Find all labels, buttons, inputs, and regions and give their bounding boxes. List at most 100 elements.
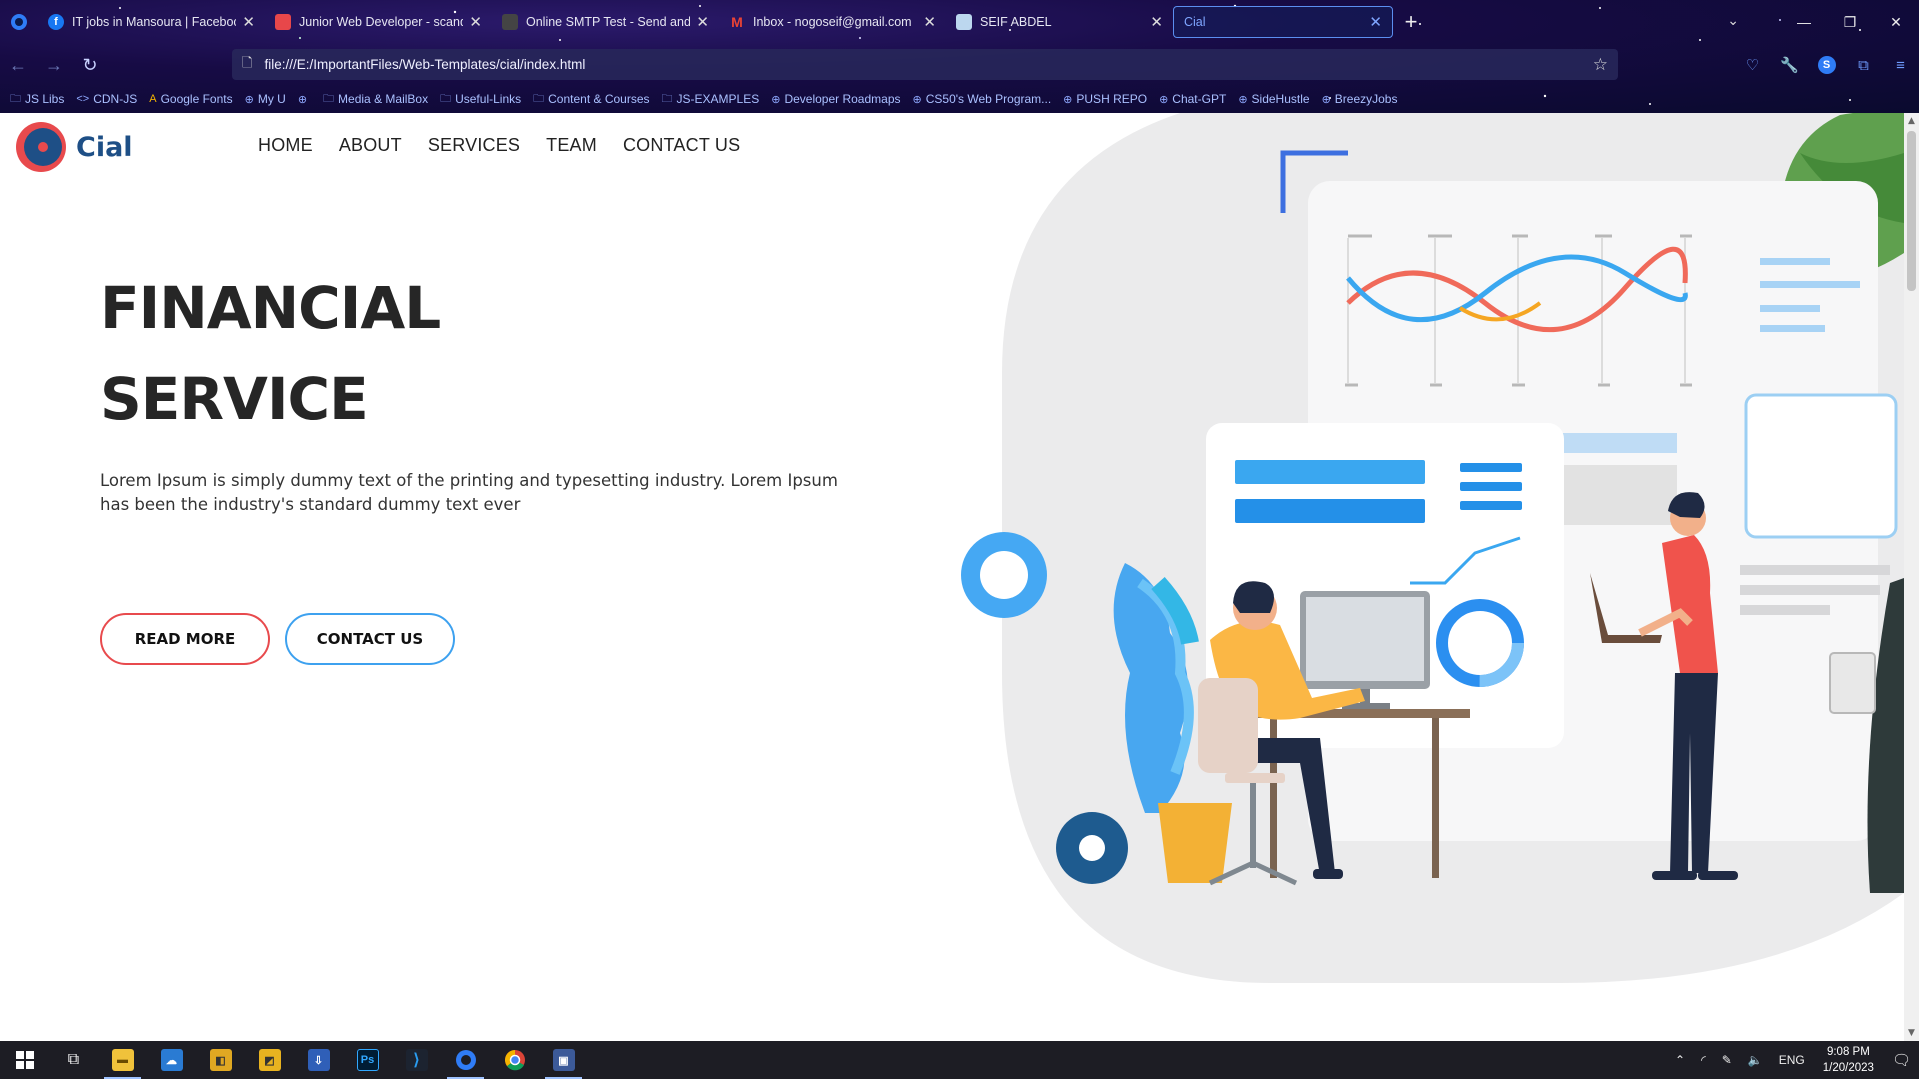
app-icon[interactable]: ☁	[147, 1041, 196, 1079]
bookmark-content-courses[interactable]: 🗀 Content & Courses	[533, 90, 649, 109]
windows-taskbar: ⧉ ▬ ☁ ◧ ◩ ⇩ Ps ⟩ ▣ ⌃ ◜ ✎ 🔈 ENG 9:08 PM 1…	[0, 1041, 1919, 1079]
tab-seif-abdel[interactable]: SEIF ABDEL ✕	[946, 6, 1173, 38]
web-page: Cial HOME ABOUT SERVICES TEAM CONTACT US…	[0, 113, 1904, 1041]
bookmark-label: Google Fonts	[160, 92, 233, 106]
close-icon[interactable]: ✕	[696, 13, 709, 31]
bookmark-useful-links[interactable]: 🗀 Useful-Links	[440, 90, 521, 109]
nav-contact-us[interactable]: CONTACT US	[623, 135, 740, 156]
restore-icon[interactable]: ❐	[1827, 0, 1873, 44]
window-close-icon[interactable]: ✕	[1873, 0, 1919, 44]
pocket-icon[interactable]: ♡	[1734, 56, 1771, 74]
scrollbar-thumb[interactable]	[1907, 131, 1916, 291]
tab-scandiweb[interactable]: Junior Web Developer - scandiweb ✕	[265, 6, 492, 38]
globe-icon: ⊕	[1063, 93, 1073, 106]
bookmark-chat-gpt[interactable]: ⊕ Chat-GPT	[1159, 92, 1226, 106]
hero-title-line2: SERVICE	[100, 365, 369, 433]
tab-smtp-test[interactable]: Online SMTP Test - Send and Check ✕	[492, 6, 719, 38]
app-icon[interactable]: ◧	[196, 1041, 245, 1079]
task-view-icon[interactable]: ⧉	[49, 1041, 98, 1079]
bookmark-js-examples[interactable]: 🗀 JS-EXAMPLES	[662, 90, 760, 109]
bookmark-label: Developer Roadmaps	[784, 92, 901, 106]
bookmark-label: Useful-Links	[455, 92, 522, 106]
nav-services[interactable]: SERVICES	[428, 135, 520, 156]
notifications-icon[interactable]: 🗨	[1892, 1051, 1911, 1069]
menu-icon[interactable]: ≡	[1882, 57, 1919, 74]
clock-time: 9:08 PM	[1826, 1046, 1870, 1058]
scandiweb-icon	[275, 14, 291, 30]
hero-title: FINANCIAL SERVICE	[100, 263, 441, 445]
network-icon[interactable]: ◜	[1701, 1053, 1706, 1067]
bookmark-js-libs[interactable]: 🗀 JS Libs	[10, 90, 64, 109]
bookmark-cs50[interactable]: ⊕ CS50's Web Program...	[913, 92, 1052, 106]
bookmark-label: JS Libs	[25, 92, 65, 106]
vscode-icon[interactable]: ⟩	[392, 1041, 441, 1079]
globe-icon: ⊕	[1159, 93, 1169, 106]
list-all-tabs-icon[interactable]: ⌄	[1727, 12, 1739, 29]
clock[interactable]: 9:08 PM 1/20/2023	[1823, 1044, 1874, 1076]
forward-arrow-icon[interactable]: →	[36, 50, 72, 80]
bookmark-globe[interactable]: ⊕	[298, 93, 311, 106]
scroll-up-icon[interactable]: ▲	[1904, 113, 1919, 129]
app-icon[interactable]: ▣	[539, 1041, 588, 1079]
globe-icon: ⊕	[297, 93, 308, 106]
firefox-icon[interactable]	[441, 1041, 490, 1079]
close-icon[interactable]: ✕	[923, 13, 936, 31]
volume-icon[interactable]: 🔈	[1748, 1053, 1763, 1067]
bookmark-media-mailbox[interactable]: 🗀 Media & MailBox	[323, 90, 428, 109]
read-more-button[interactable]: READ MORE	[100, 613, 270, 665]
bookmark-google-fonts[interactable]: A Google Fonts	[149, 92, 232, 106]
bookmark-developer-roadmaps[interactable]: ⊕ Developer Roadmaps	[771, 92, 900, 106]
extensions-icon[interactable]: ⧉	[1845, 57, 1882, 74]
language-indicator[interactable]: ENG	[1779, 1053, 1805, 1067]
app-icon[interactable]: ◩	[245, 1041, 294, 1079]
tab-cial[interactable]: Cial ✕	[1173, 6, 1393, 38]
pen-icon[interactable]: ✎	[1722, 1053, 1732, 1067]
bookmark-push-repo[interactable]: ⊕ PUSH REPO	[1063, 92, 1147, 106]
bookmark-breezyjobs[interactable]: ⊕ BreezyJobs	[1322, 92, 1398, 106]
navigation-toolbar: ← → ↻ 🗋 file:///E:/ImportantFiles/Web-Te…	[0, 47, 1919, 83]
minimize-icon[interactable]: —	[1781, 0, 1827, 44]
tab-bar: f IT jobs in Mansoura | Facebook ✕ Junio…	[0, 0, 1919, 44]
scroll-down-icon[interactable]: ▼	[1904, 1025, 1919, 1041]
app-icon[interactable]: ⇩	[294, 1041, 343, 1079]
bookmark-sidehustle[interactable]: ⊕ SideHustle	[1238, 92, 1309, 106]
tab-facebook[interactable]: f IT jobs in Mansoura | Facebook ✕	[38, 6, 265, 38]
bookmark-cdn-js[interactable]: <> CDN-JS	[76, 92, 137, 106]
bookmark-star-icon[interactable]: ☆	[1593, 55, 1608, 75]
profile-icon	[956, 14, 972, 30]
bookmark-label: BreezyJobs	[1334, 92, 1398, 106]
close-icon[interactable]: ✕	[1369, 13, 1382, 31]
bookmark-my-u[interactable]: ⊕ My U	[245, 92, 286, 106]
close-icon[interactable]: ✕	[469, 13, 482, 31]
tab-gmail[interactable]: M Inbox - nogoseif@gmail.com ✕	[719, 6, 946, 38]
file-explorer-icon[interactable]: ▬	[98, 1041, 147, 1079]
firefox-view-icon[interactable]	[0, 0, 38, 44]
page-icon: 🗋	[242, 54, 253, 70]
nav-about[interactable]: ABOUT	[339, 135, 402, 156]
chair	[1198, 678, 1258, 773]
url-bar[interactable]: 🗋 file:///E:/ImportantFiles/Web-Template…	[232, 49, 1618, 80]
show-hidden-icons-icon[interactable]: ⌃	[1675, 1053, 1685, 1067]
back-arrow-icon[interactable]: ←	[0, 50, 36, 80]
close-icon[interactable]: ✕	[242, 13, 255, 31]
url-text: file:///E:/ImportantFiles/Web-Templates/…	[264, 57, 586, 72]
nav-home[interactable]: HOME	[258, 135, 313, 156]
nav-team[interactable]: TEAM	[546, 135, 597, 156]
logo-text: Cial	[76, 131, 133, 163]
windows-start-icon[interactable]	[0, 1041, 49, 1079]
close-icon[interactable]: ✕	[1150, 13, 1163, 31]
page-scrollbar[interactable]: ▲ ▼	[1904, 113, 1919, 1041]
wrench-icon[interactable]: 🔧	[1771, 56, 1808, 74]
site-logo[interactable]: Cial	[16, 122, 133, 172]
chrome-icon[interactable]	[490, 1041, 539, 1079]
photoshop-icon[interactable]: Ps	[343, 1041, 392, 1079]
account-icon[interactable]: S	[1808, 56, 1845, 74]
reload-icon[interactable]: ↻	[72, 50, 108, 80]
tab-title: IT jobs in Mansoura | Facebook	[72, 15, 237, 29]
hero-illustration	[961, 113, 1904, 983]
contact-us-button[interactable]: CONTACT US	[285, 613, 455, 665]
bookmark-label: PUSH REPO	[1076, 92, 1148, 106]
bookmark-label: Content & Courses	[548, 92, 650, 106]
new-tab-button[interactable]: +	[1393, 6, 1429, 38]
tab-title: Junior Web Developer - scandiweb	[299, 15, 463, 29]
